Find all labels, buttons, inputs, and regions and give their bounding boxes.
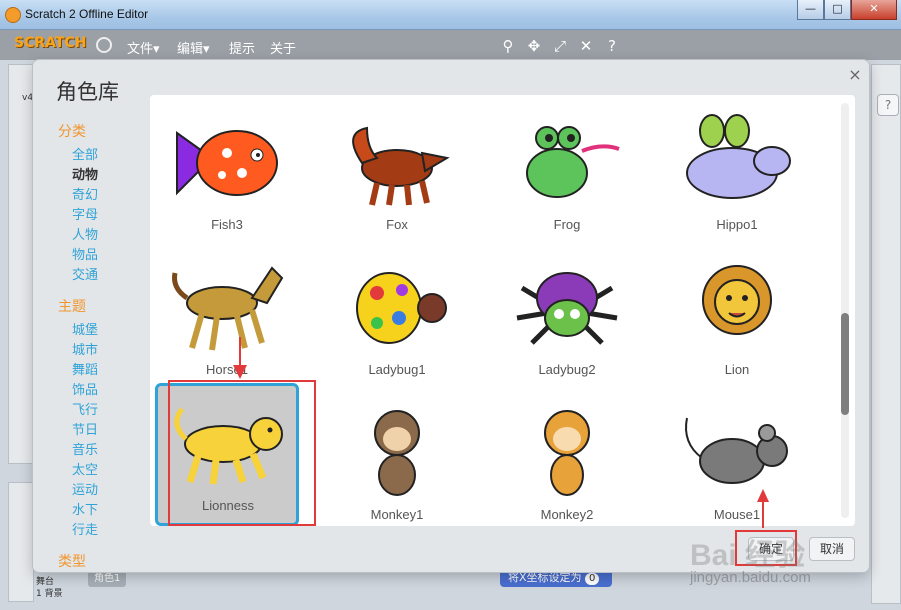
scrollbar-thumb[interactable] (841, 313, 849, 415)
theme-castle[interactable]: 城堡 (72, 319, 98, 338)
spider-icon (516, 272, 618, 345)
version-label: v4 (22, 93, 34, 103)
menubar: SCRATCH 文件▾ 编辑▾ 提示 关于 ⚲ ✥ ⤢ ✕ ? (0, 30, 901, 60)
globe-icon[interactable] (96, 37, 112, 53)
window-titlebar: Scratch 2 Offline Editor — □ ✕ (0, 0, 901, 30)
scripts-panel (871, 64, 901, 604)
sprite-grid: Fish3 Fox Frog Hippo1 Horse1 Ladybug1 La… (150, 95, 855, 526)
menu-file[interactable]: 文件▾ (127, 38, 160, 57)
set-x-block-label: 将X坐标设定为 (508, 571, 582, 584)
scratch-logo: SCRATCH (14, 35, 87, 51)
category-things[interactable]: 物品 (72, 244, 98, 263)
scratch-cat-icon (5, 7, 21, 23)
set-x-block-value[interactable]: 0 (585, 573, 600, 585)
baidu-watermark: Bai 经验 (690, 539, 806, 572)
help-icon[interactable]: ? (603, 37, 621, 55)
sprite-name: Fish3 (211, 217, 243, 232)
type-heading: 类型 (58, 554, 86, 570)
hippo-icon (686, 114, 791, 199)
theme-sports[interactable]: 运动 (72, 479, 98, 498)
sprite-name: Ladybug1 (368, 362, 426, 377)
theme-music[interactable]: 音乐 (72, 439, 98, 458)
scrollbar-track[interactable] (841, 103, 849, 518)
dialog-title: 角色库 (56, 80, 119, 104)
minimize-button[interactable]: — (797, 0, 824, 20)
theme-dance[interactable]: 舞蹈 (72, 359, 98, 378)
category-fantasy[interactable]: 奇幻 (72, 184, 98, 203)
sprite-tile-lion[interactable]: Lion (667, 250, 807, 390)
cancel-button[interactable]: 取消 (809, 537, 856, 561)
cross-arrows-icon[interactable]: ✥ (525, 37, 543, 55)
theme-holiday[interactable]: 节日 (72, 419, 98, 438)
fox-icon (352, 126, 450, 206)
category-all[interactable]: 全部 (72, 144, 98, 163)
frog-icon (526, 126, 620, 198)
sprite-name: Hippo1 (716, 217, 758, 232)
theme-walking[interactable]: 行走 (72, 519, 98, 538)
monkey-icon (544, 410, 590, 496)
close-window-button[interactable]: ✕ (851, 0, 897, 20)
sprite-tile-ladybug1[interactable]: Ladybug1 (327, 250, 467, 390)
monkey-icon (374, 410, 420, 496)
mouse-icon (685, 417, 788, 484)
menu-about[interactable]: 关于 (270, 38, 296, 57)
theme-underwater[interactable]: 水下 (72, 499, 98, 518)
theme-city[interactable]: 城市 (72, 339, 98, 358)
sprite-name: Mouse1 (713, 507, 761, 522)
sprite-tile-fish3[interactable]: Fish3 (157, 105, 297, 245)
sprite-name: Monkey2 (540, 507, 594, 522)
stamp-icon[interactable]: ⚲ (499, 37, 517, 55)
dialog-close-button[interactable]: × (846, 66, 864, 84)
sprite-library-dialog: 角色库 × 分类 全部 动物 奇幻 字母 人物 物品 交通 主题 城堡 城市 舞… (33, 60, 869, 572)
sprite-name: Horse1 (206, 362, 248, 377)
sprite-tile-monkey2[interactable]: Monkey2 (497, 395, 637, 526)
sprite-thumbnail[interactable]: 角色1 (88, 571, 127, 587)
sprite-tile-mouse1[interactable]: Mouse1 (667, 395, 807, 526)
sprite-tile-monkey1[interactable]: Monkey1 (327, 395, 467, 526)
sprite-name: Ladybug2 (538, 362, 596, 377)
sprite-name: Monkey1 (370, 507, 424, 522)
shrink-icon[interactable]: ✕ (577, 37, 595, 55)
menu-tips[interactable]: 提示 (229, 38, 255, 57)
sprite-panel (8, 482, 34, 602)
theme-heading: 主题 (58, 299, 86, 315)
fish-icon (176, 130, 278, 196)
sprite-tile-hippo1[interactable]: Hippo1 (667, 105, 807, 245)
annotation-arrow-icon (233, 337, 247, 379)
sprite-tile-frog[interactable]: Frog (497, 105, 637, 245)
theme-flying[interactable]: 飞行 (72, 399, 98, 418)
category-letters[interactable]: 字母 (72, 204, 98, 223)
help-button[interactable]: ? (877, 94, 899, 116)
ladybug-icon (356, 272, 447, 344)
sprite-name: Frog (553, 217, 581, 232)
backdrop-count: 1 背景 (36, 589, 63, 599)
theme-dress-up[interactable]: 饰品 (72, 379, 98, 398)
annotation-box (168, 380, 316, 526)
sprite-tile-fox[interactable]: Fox (327, 105, 467, 245)
window-title: Scratch 2 Offline Editor (25, 7, 149, 21)
sprite-name: Lion (724, 362, 750, 377)
baidu-watermark-url: jingyan.baidu.com (690, 569, 811, 586)
category-animals[interactable]: 动物 (72, 164, 98, 183)
sprite-tile-horse1[interactable]: Horse1 (157, 250, 297, 390)
stage-panel (8, 64, 34, 464)
lion-icon (702, 265, 772, 335)
sprite-tile-ladybug2[interactable]: Ladybug2 (497, 250, 637, 390)
theme-space[interactable]: 太空 (72, 459, 98, 478)
category-transport[interactable]: 交通 (72, 264, 98, 283)
grow-icon[interactable]: ⤢ (551, 37, 569, 55)
annotation-arrow-icon (757, 489, 769, 528)
maximize-button[interactable]: □ (824, 0, 851, 20)
category-heading: 分类 (58, 124, 86, 140)
category-people[interactable]: 人物 (72, 224, 98, 243)
horse-icon (172, 266, 284, 351)
sprite-name: Fox (386, 217, 408, 232)
menu-edit[interactable]: 编辑▾ (177, 38, 210, 57)
